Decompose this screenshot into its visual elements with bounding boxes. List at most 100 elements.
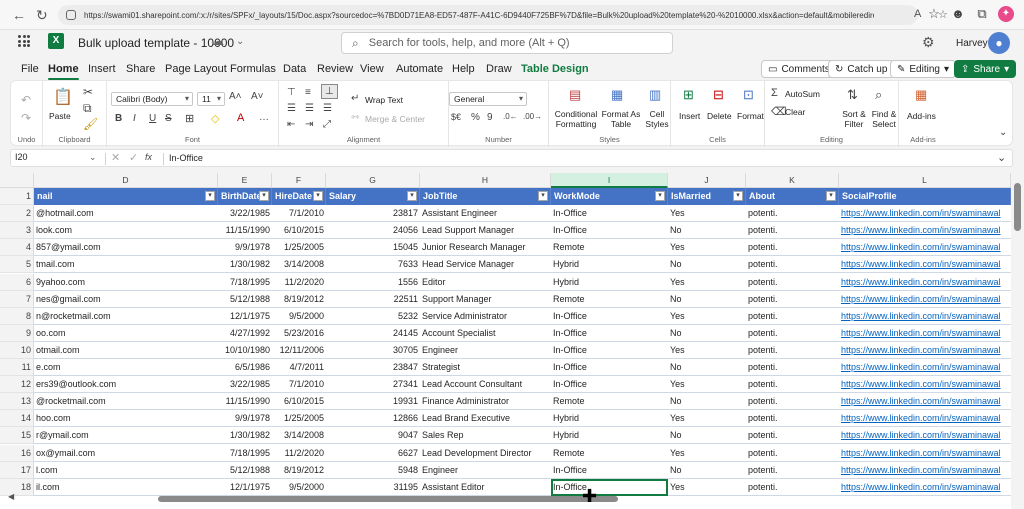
align-center-icon[interactable]: ☰ — [305, 103, 314, 114]
table-cell[interactable]: otmail.com — [34, 342, 218, 359]
table-cell[interactable]: 3/14/2008 — [272, 256, 326, 274]
table-cell[interactable]: Engineer — [420, 462, 551, 479]
tab-draw[interactable]: Draw — [486, 63, 512, 75]
table-cell[interactable]: No — [668, 359, 746, 377]
table-cell[interactable]: 6627 — [326, 445, 420, 462]
table-header-cell[interactable]: About ▾ — [746, 188, 839, 205]
table-cell[interactable]: 23817 — [326, 205, 420, 223]
table-cell[interactable]: 9/9/1978 — [218, 239, 272, 257]
find-select-button[interactable]: Find & Select — [869, 109, 899, 129]
column-header-g[interactable]: G — [326, 173, 420, 188]
table-cell[interactable]: 30705 — [326, 342, 420, 359]
table-cell[interactable]: 22511 — [326, 291, 420, 308]
table-cell[interactable]: No — [668, 222, 746, 240]
ribbon-collapse-icon[interactable]: ⌄ — [999, 127, 1007, 138]
table-cell[interactable]: https://www.linkedin.com/in/swaminawal — [839, 325, 1011, 342]
table-cell[interactable]: 1/25/2005 — [272, 410, 326, 428]
address-bar[interactable]: https://swami01.sharepoint.com/:x:/r/sit… — [58, 5, 948, 25]
bold-icon[interactable]: B — [115, 113, 122, 124]
table-cell[interactable]: Remote — [551, 445, 668, 462]
table-cell[interactable]: oo.com — [34, 325, 218, 342]
column-header-j[interactable]: J — [668, 173, 746, 188]
table-cell[interactable]: 4/7/2011 — [272, 359, 326, 377]
tab-page-layout[interactable]: Page Layout — [165, 63, 227, 75]
filter-dropdown-icon[interactable]: ▾ — [826, 191, 836, 201]
editing-mode-button[interactable]: ✎ Editing ▾ — [890, 60, 956, 78]
collections-icon[interactable]: ⧉ — [974, 6, 990, 22]
avatar[interactable]: ● — [988, 32, 1010, 54]
row-header[interactable]: 3 — [0, 222, 34, 240]
table-cell[interactable]: @hotmail.com — [34, 205, 218, 223]
table-cell[interactable]: Editor — [420, 274, 551, 291]
italic-icon[interactable]: I — [133, 113, 136, 124]
paste-button[interactable]: Paste — [49, 111, 71, 121]
formula-input[interactable]: In-Office — [169, 153, 203, 163]
filter-dropdown-icon[interactable]: ▾ — [538, 191, 548, 201]
table-cell[interactable]: https://www.linkedin.com/in/swaminawal — [839, 222, 1011, 240]
table-header-cell[interactable]: WorkMode ▾ — [551, 188, 668, 205]
table-cell[interactable]: 857@ymail.com — [34, 239, 218, 257]
table-cell[interactable]: No — [668, 256, 746, 274]
table-cell[interactable]: In-Office — [551, 462, 668, 479]
column-header-l[interactable]: L — [839, 173, 1011, 188]
table-header-cell[interactable]: HireDate ▾ — [272, 188, 326, 205]
table-cell[interactable]: 10/10/1980 — [218, 342, 272, 359]
filter-dropdown-icon[interactable]: ▾ — [655, 191, 665, 201]
insert-cells-button[interactable]: Insert — [679, 111, 700, 121]
table-cell[interactable]: No — [668, 427, 746, 445]
table-cell[interactable]: potenti. — [746, 410, 839, 428]
table-cell[interactable]: potenti. — [746, 359, 839, 377]
addins-button[interactable]: Add-ins — [907, 111, 936, 121]
table-cell[interactable]: https://www.linkedin.com/in/swaminawal — [839, 308, 1011, 325]
table-cell[interactable]: potenti. — [746, 342, 839, 359]
comments-button[interactable]: ▭ Comments — [761, 60, 837, 78]
borders-icon[interactable]: ⊞ — [185, 112, 194, 125]
orientation-icon[interactable]: ⤢ — [323, 119, 331, 130]
table-cell[interactable]: r@ymail.com — [34, 427, 218, 445]
format-as-table-button[interactable]: Format As Table — [601, 109, 641, 129]
row-header[interactable]: 2 — [0, 205, 34, 223]
table-cell[interactable]: e.com — [34, 359, 218, 377]
table-cell[interactable]: https://www.linkedin.com/in/swaminawal — [839, 445, 1011, 462]
table-cell[interactable]: ox@ymail.com — [34, 445, 218, 462]
table-cell[interactable]: 24145 — [326, 325, 420, 342]
strikethrough-icon[interactable]: S — [165, 113, 172, 124]
table-cell[interactable]: Remote — [551, 291, 668, 308]
align-right-icon[interactable]: ☰ — [323, 103, 332, 114]
align-top-icon[interactable]: ⊤ — [287, 87, 296, 98]
table-cell[interactable]: potenti. — [746, 205, 839, 223]
table-cell[interactable]: https://www.linkedin.com/in/swaminawal — [839, 274, 1011, 291]
table-cell[interactable]: Yes — [668, 376, 746, 394]
table-cell[interactable]: https://www.linkedin.com/in/swaminawal — [839, 256, 1011, 274]
table-cell[interactable]: No — [668, 291, 746, 308]
table-cell[interactable]: In-Office — [551, 359, 668, 377]
table-cell[interactable]: 5948 — [326, 462, 420, 479]
table-cell[interactable]: 7/1/2010 — [272, 205, 326, 223]
scroll-left-icon[interactable]: ◀ — [8, 492, 14, 501]
column-header-f[interactable]: F — [272, 173, 326, 188]
copy-icon[interactable]: ⧉ — [83, 101, 92, 116]
table-cell[interactable]: 8/19/2012 — [272, 291, 326, 308]
table-header-cell[interactable]: Salary ▾ — [326, 188, 420, 205]
table-cell[interactable]: Assistant Engineer — [420, 205, 551, 223]
table-cell[interactable]: 11/2/2020 — [272, 445, 326, 462]
table-cell[interactable]: 3/22/1985 — [218, 376, 272, 394]
table-cell[interactable]: @rocketmail.com — [34, 393, 218, 411]
column-header-k[interactable]: K — [746, 173, 839, 188]
table-cell[interactable]: 11/15/1990 — [218, 393, 272, 411]
increase-decimal-icon[interactable]: .0← — [503, 112, 518, 121]
table-cell[interactable]: 12866 — [326, 410, 420, 428]
table-cell[interactable]: 4/27/1992 — [218, 325, 272, 342]
table-cell[interactable]: potenti. — [746, 308, 839, 325]
table-cell[interactable]: 9yahoo.com — [34, 274, 218, 291]
table-cell[interactable]: Hybrid — [551, 427, 668, 445]
table-cell[interactable]: Hybrid — [551, 410, 668, 428]
name-box[interactable]: I20 — [15, 152, 95, 162]
paste-icon[interactable]: 📋 — [53, 87, 73, 107]
table-cell[interactable]: 1/30/1982 — [218, 427, 272, 445]
table-cell[interactable]: Lead Development Director — [420, 445, 551, 462]
table-cell[interactable]: 5/23/2016 — [272, 325, 326, 342]
table-cell[interactable]: potenti. — [746, 462, 839, 479]
table-cell[interactable]: Finance Administrator — [420, 393, 551, 411]
table-cell[interactable]: nes@gmail.com — [34, 291, 218, 308]
